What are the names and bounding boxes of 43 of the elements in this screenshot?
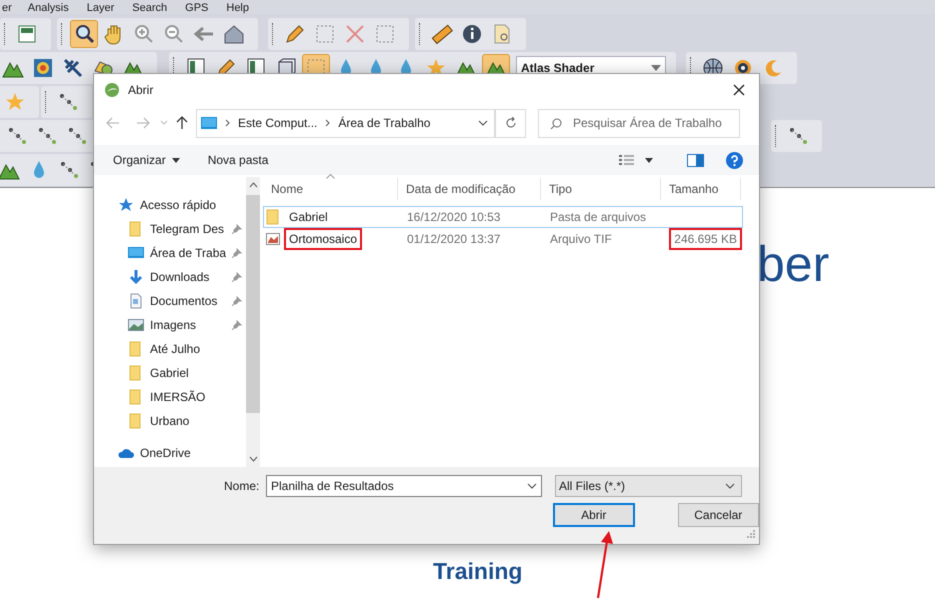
table-cell: 01/12/2020 13:37 [407, 232, 500, 246]
open-button[interactable]: Abrir [553, 503, 635, 527]
address-bar[interactable]: Este Comput... Área de Trabalho [196, 108, 495, 138]
file-name[interactable]: Gabriel [284, 206, 333, 228]
nav-item[interactable]: Área de Traba [150, 244, 226, 262]
menu-item[interactable]: Layer [84, 3, 116, 14]
focused-row[interactable]: Gabriel 16/12/2020 10:53 Pasta de arquivos [263, 206, 743, 228]
column-header[interactable]: Data de modificação [398, 178, 541, 200]
menu-item[interactable]: Help [224, 3, 251, 14]
column-header[interactable]: Tipo [541, 178, 661, 200]
file-name[interactable]: Ortomosaico [284, 228, 362, 250]
column-header[interactable]: Tamanho [661, 178, 741, 200]
table-cell: Pasta de arquivos [550, 210, 646, 224]
organize-menu-button[interactable]: Organizar [113, 151, 180, 169]
column-header[interactable]: Nome [263, 178, 398, 200]
table-cell: 16/12/2020 10:53 [407, 210, 500, 224]
nav-item[interactable]: Documentos [150, 292, 226, 310]
menu-item[interactable]: GPS [183, 3, 210, 14]
breadcrumb-item[interactable]: Este Comput... [238, 114, 318, 132]
new-folder-button[interactable]: Nova pasta [208, 151, 268, 169]
menu-item[interactable]: Search [130, 3, 170, 14]
nav-item[interactable]: Downloads [150, 268, 226, 286]
table-cell: Arquivo TIF [550, 232, 612, 246]
nav-item[interactable]: Urbano [150, 412, 226, 430]
table-cell: 246.695 KB [669, 228, 742, 250]
nav-item[interactable]: Telegram Des [150, 220, 226, 238]
nav-item[interactable]: Acesso rápido [140, 196, 226, 214]
breadcrumb-item[interactable]: Área de Trabalho [338, 114, 430, 132]
search-field[interactable]: Pesquisar Área de Trabalho [538, 108, 740, 138]
nav-item[interactable]: Imagens [150, 316, 226, 334]
file-type-select[interactable]: All Files (*.*) [555, 475, 742, 497]
menu-item[interactable]: Analysis [26, 3, 71, 14]
cancel-button[interactable]: Cancelar [678, 503, 759, 527]
caption-text: Training [433, 557, 522, 586]
nav-item[interactable]: IMERSÃO [150, 388, 226, 406]
window-title: Abrir [128, 82, 154, 98]
logo-text: ber [757, 236, 830, 292]
nav-item[interactable]: Gabriel [150, 364, 226, 382]
menu-item[interactable]: er [0, 3, 14, 14]
field-label: Nome: [224, 478, 260, 495]
filename-field[interactable]: Planilha de Resultados [266, 475, 542, 497]
nav-item[interactable]: OneDrive [140, 444, 226, 462]
nav-item[interactable]: Até Julho [150, 340, 226, 358]
